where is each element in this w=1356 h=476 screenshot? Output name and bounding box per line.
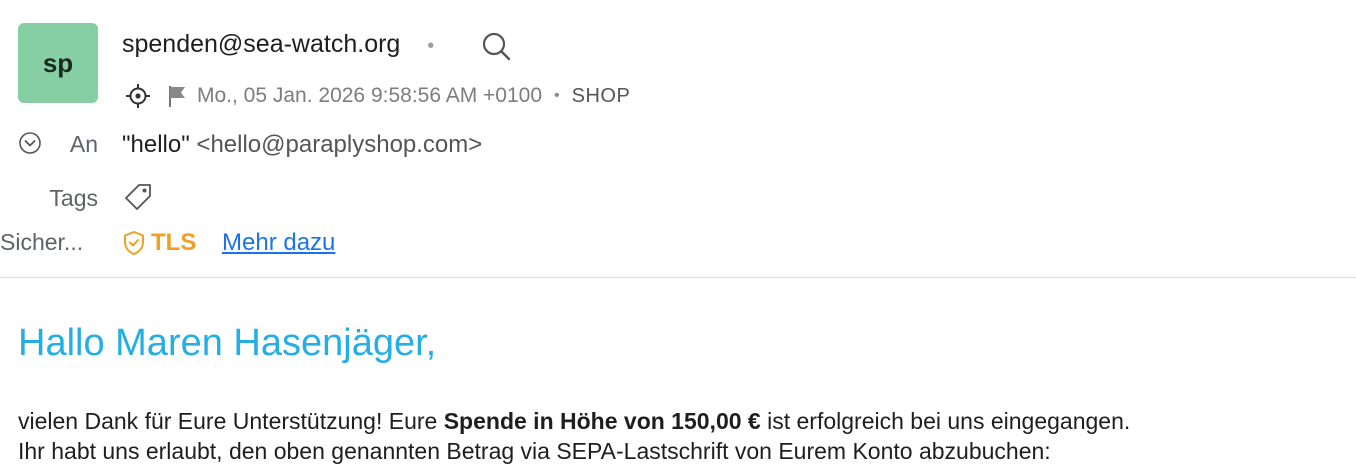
sender-avatar[interactable]: sp — [18, 23, 98, 103]
add-tag-button[interactable] — [123, 182, 153, 212]
body-paragraph-line2: Ihr habt uns erlaubt, den oben genannten… — [18, 438, 1051, 464]
locate-icon — [126, 84, 150, 108]
chevron-down-icon — [19, 132, 41, 154]
recipient[interactable]: "hello" <hello@paraplyshop.com> — [122, 131, 482, 159]
flag-icon — [169, 86, 185, 107]
expand-details-button[interactable] — [18, 131, 42, 155]
header-divider — [0, 277, 1356, 278]
sender-email[interactable]: spenden@sea-watch.org — [122, 30, 400, 58]
tag-icon — [125, 184, 151, 210]
recipient-address[interactable]: <hello@paraplyshop.com> — [196, 131, 482, 158]
recipient-name[interactable]: "hello" — [122, 131, 190, 158]
search-button[interactable] — [480, 30, 512, 62]
message-body: vielen Dank für Eure Unterstützung! Eure… — [18, 406, 1348, 466]
folder-label[interactable]: SHOP — [572, 85, 631, 108]
locate-button[interactable] — [125, 83, 151, 109]
body-text: vielen Dank für Eure Unterstützung! Eure — [18, 408, 444, 434]
separator-dot: • — [554, 87, 560, 104]
more-info-link[interactable]: Mehr dazu — [222, 229, 335, 257]
security-label: Sicher... — [0, 229, 84, 255]
flag-button[interactable] — [167, 84, 187, 108]
to-label: An — [69, 131, 98, 157]
donation-amount: Spende in Höhe von 150,00 € — [443, 408, 761, 434]
separator-dot: • — [427, 35, 435, 57]
search-icon — [482, 32, 511, 61]
shield-check-icon — [124, 231, 144, 255]
greeting-heading: Hallo Maren Hasenjäger, — [18, 322, 437, 364]
tls-label: TLS — [151, 229, 197, 256]
tags-label: Tags — [49, 185, 98, 211]
message-meta-row: Mo., 05 Jan. 2026 9:58:56 AM +0100 • SHO… — [125, 82, 630, 110]
body-text: ist erfolgreich bei uns eingegangen. — [760, 408, 1131, 434]
sender-address[interactable]: spenden@sea-watch.org • — [122, 30, 434, 59]
avatar-initials: sp — [42, 47, 74, 78]
body-paragraph-line1: vielen Dank für Eure Unterstützung! Eure… — [18, 406, 1348, 436]
tls-badge: TLS — [123, 229, 196, 257]
message-date: Mo., 05 Jan. 2026 9:58:56 AM +0100 — [197, 84, 543, 107]
